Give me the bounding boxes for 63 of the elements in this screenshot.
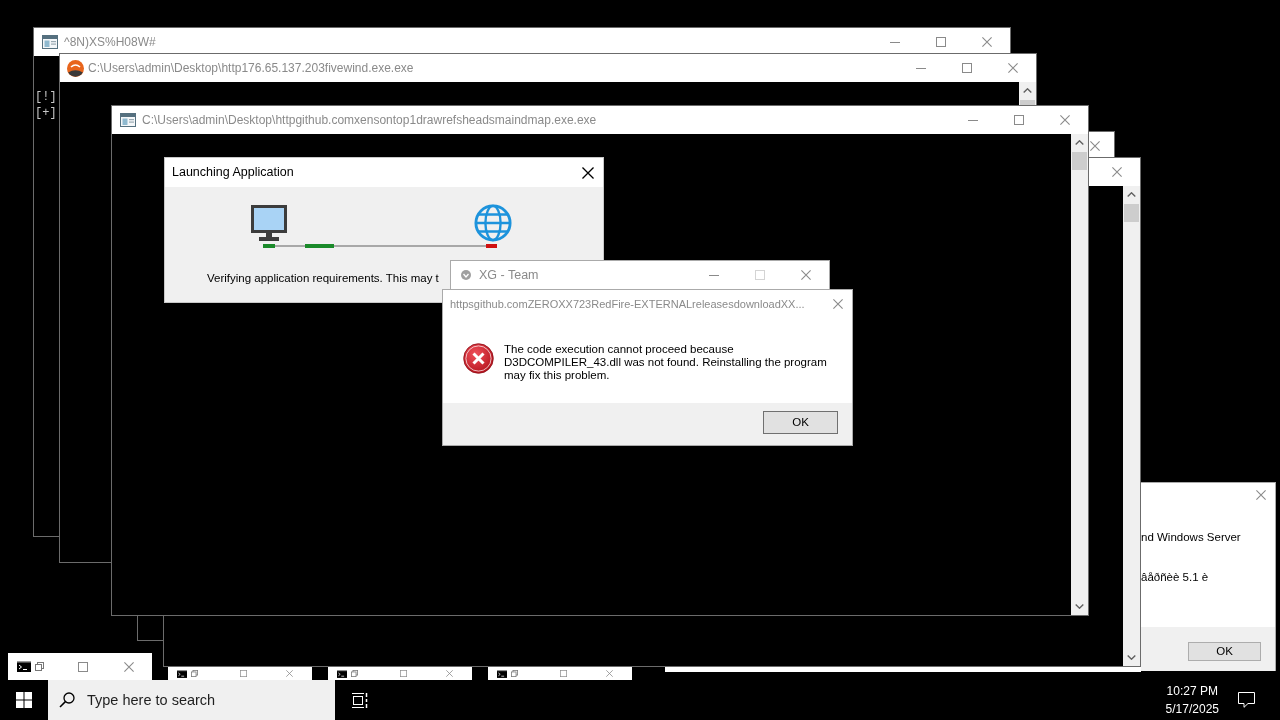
minimize-icon[interactable]: [968, 119, 978, 121]
maximize-icon[interactable]: [239, 670, 247, 677]
window-title: C:\Users\admin\Desktop\httpgithub.comxensontop1drawrefsheadsmaindmap.exe.exe: [142, 112, 597, 128]
console-icon: [337, 669, 347, 678]
scrollbar[interactable]: [1123, 186, 1140, 666]
notification-icon[interactable]: [1238, 692, 1255, 708]
scrollbar[interactable]: [1019, 82, 1036, 105]
error-message: The code execution cannot proceed because D3DCOMPILER_43.dll was not found. Reinstalling the program may fix this problem.: [504, 343, 828, 382]
restore-icon[interactable]: [511, 670, 518, 677]
window-title: XG - Team: [479, 267, 539, 283]
window-title: C:\Users\admin\Desktop\http176.65.137.203fivewind.exe.exe: [88, 60, 414, 76]
minimized-window[interactable]: [328, 667, 472, 680]
restore-icon[interactable]: [35, 662, 44, 671]
console-line: [!]: [35, 89, 57, 105]
minimized-window[interactable]: [488, 667, 632, 680]
status-text: Verifying application requirements. This may t: [207, 271, 439, 285]
error-icon: [463, 343, 494, 374]
console-icon: [17, 661, 31, 672]
search-field[interactable]: Type here to search: [48, 680, 335, 720]
monitor-icon: [250, 204, 288, 242]
scroll-up-icon[interactable]: [1127, 192, 1136, 197]
clock-time[interactable]: 10:27 PM: [1166, 682, 1218, 700]
minimized-window[interactable]: [168, 667, 312, 680]
dialog-title: httpsgithub.comZEROXX723RedFire-EXTERNALreleasesdownloadXX...: [450, 296, 805, 312]
scrollbar[interactable]: [1071, 134, 1088, 615]
search-icon: [59, 692, 75, 708]
dialog-title: Launching Application: [172, 165, 294, 180]
dialog-text: âåðñèè 5.1 è: [1141, 570, 1209, 584]
clock-date[interactable]: 5/17/2025: [1165, 700, 1219, 718]
window-title: ^8N)XS%H08W#: [64, 34, 156, 50]
console-line: [+]: [35, 105, 57, 121]
minimize-icon[interactable]: [916, 67, 926, 69]
task-view-icon[interactable]: [352, 692, 368, 708]
maximize-icon[interactable]: [1014, 115, 1024, 125]
maximize-icon[interactable]: [78, 661, 88, 672]
start-icon[interactable]: [16, 692, 32, 708]
scrollbar-thumb[interactable]: [1072, 152, 1087, 170]
close-icon[interactable]: [582, 166, 594, 179]
window-icon: [120, 113, 136, 127]
maximize-icon[interactable]: [399, 670, 407, 677]
window-icon: [42, 35, 58, 49]
scrollbar-thumb[interactable]: [1020, 100, 1035, 105]
scroll-up-icon[interactable]: [1023, 88, 1032, 93]
scroll-up-icon[interactable]: [1075, 140, 1084, 145]
globe-icon: [474, 204, 512, 242]
dialog-button[interactable]: OK: [763, 411, 838, 434]
restore-icon[interactable]: [351, 670, 358, 677]
app-icon: [461, 270, 471, 280]
minimized-window[interactable]: [8, 653, 152, 680]
minimize-icon[interactable]: [890, 41, 900, 43]
dialog-text: nd Windows Server: [1141, 530, 1241, 544]
minimize-icon[interactable]: [709, 274, 719, 276]
console-icon: [177, 669, 187, 678]
console-icon: [497, 669, 507, 678]
restore-icon[interactable]: [191, 670, 198, 677]
maximize-icon[interactable]: [559, 670, 567, 677]
scroll-down-icon[interactable]: [1127, 655, 1136, 660]
scrollbar-thumb[interactable]: [1124, 204, 1139, 222]
maximize-icon[interactable]: [962, 63, 972, 73]
logo-icon: [67, 59, 84, 77]
dialog-button[interactable]: OK: [1188, 642, 1261, 661]
scroll-down-icon[interactable]: [1075, 604, 1084, 609]
maximize-icon[interactable]: [936, 37, 946, 47]
